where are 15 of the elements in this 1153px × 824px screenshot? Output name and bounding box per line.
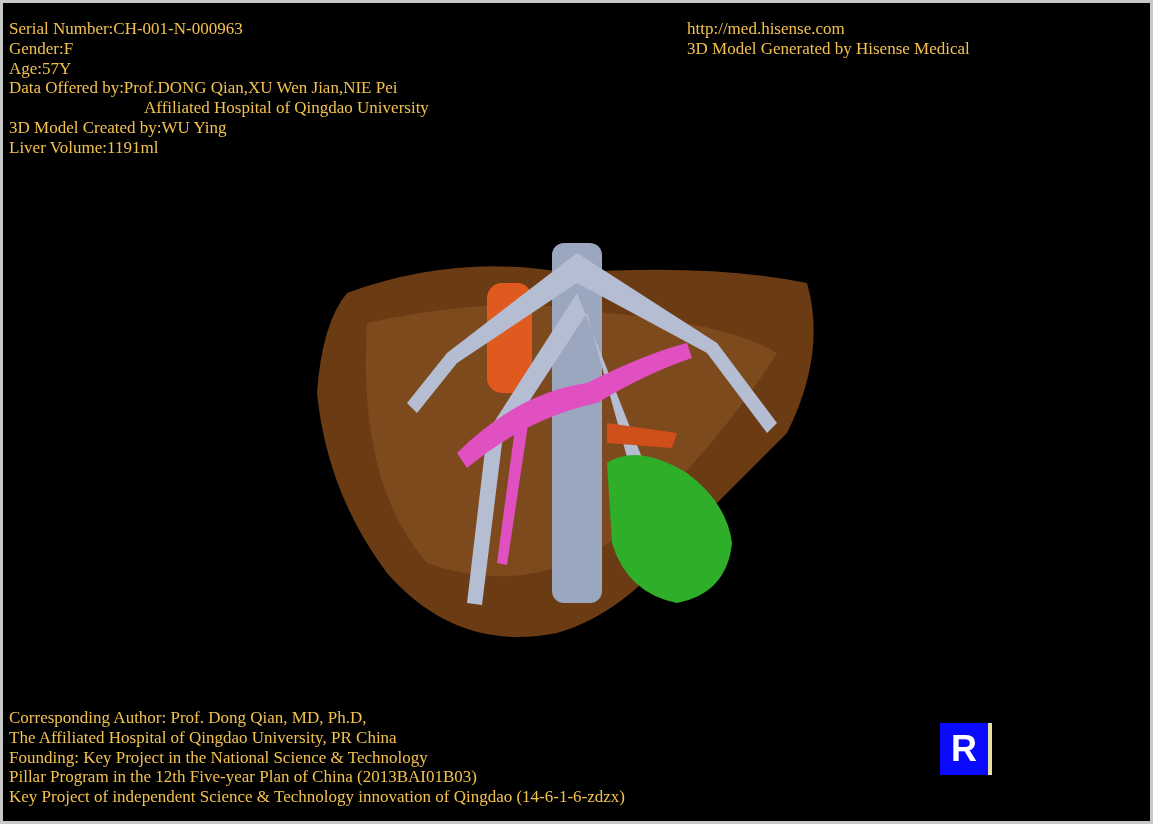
info-text: Key Project of independent Science & Technology innovation of Qingdao (14-6-1-6-zdzx) [9,787,625,807]
info-text: 3D Model Created by:WU Ying [9,118,228,138]
info-text: 3D Model Generated by Hisense Medical [687,38,971,59]
info-text: Affiliated Hospital of Qingdao University [143,98,429,118]
info-text: Corresponding Author: Prof. Dong Qian, MD, Ph.D, [9,708,368,728]
orientation-cube[interactable]: R [940,723,992,775]
info-text: Serial Number:CH-001-N-000963 [9,19,244,39]
info-text: The Affiliated Hospital of Qingdao University, PR China [9,727,398,748]
info-text: Gender:F [9,38,75,59]
info-text: Liver Volume:1191ml [9,137,160,158]
info-text: http://med.hisense.com [687,19,846,39]
info-text: Founding: Key Project in the National Science & Technology [9,747,429,768]
info-text: Age:57Y [9,58,73,79]
info-text: Data Offered by:Prof.DONG Qian,XU Wen Jian,NIE Pei [9,78,399,99]
info-text: Pillar Program in the 12th Five-year Plan of China (2013BAI01B03) [9,767,478,788]
